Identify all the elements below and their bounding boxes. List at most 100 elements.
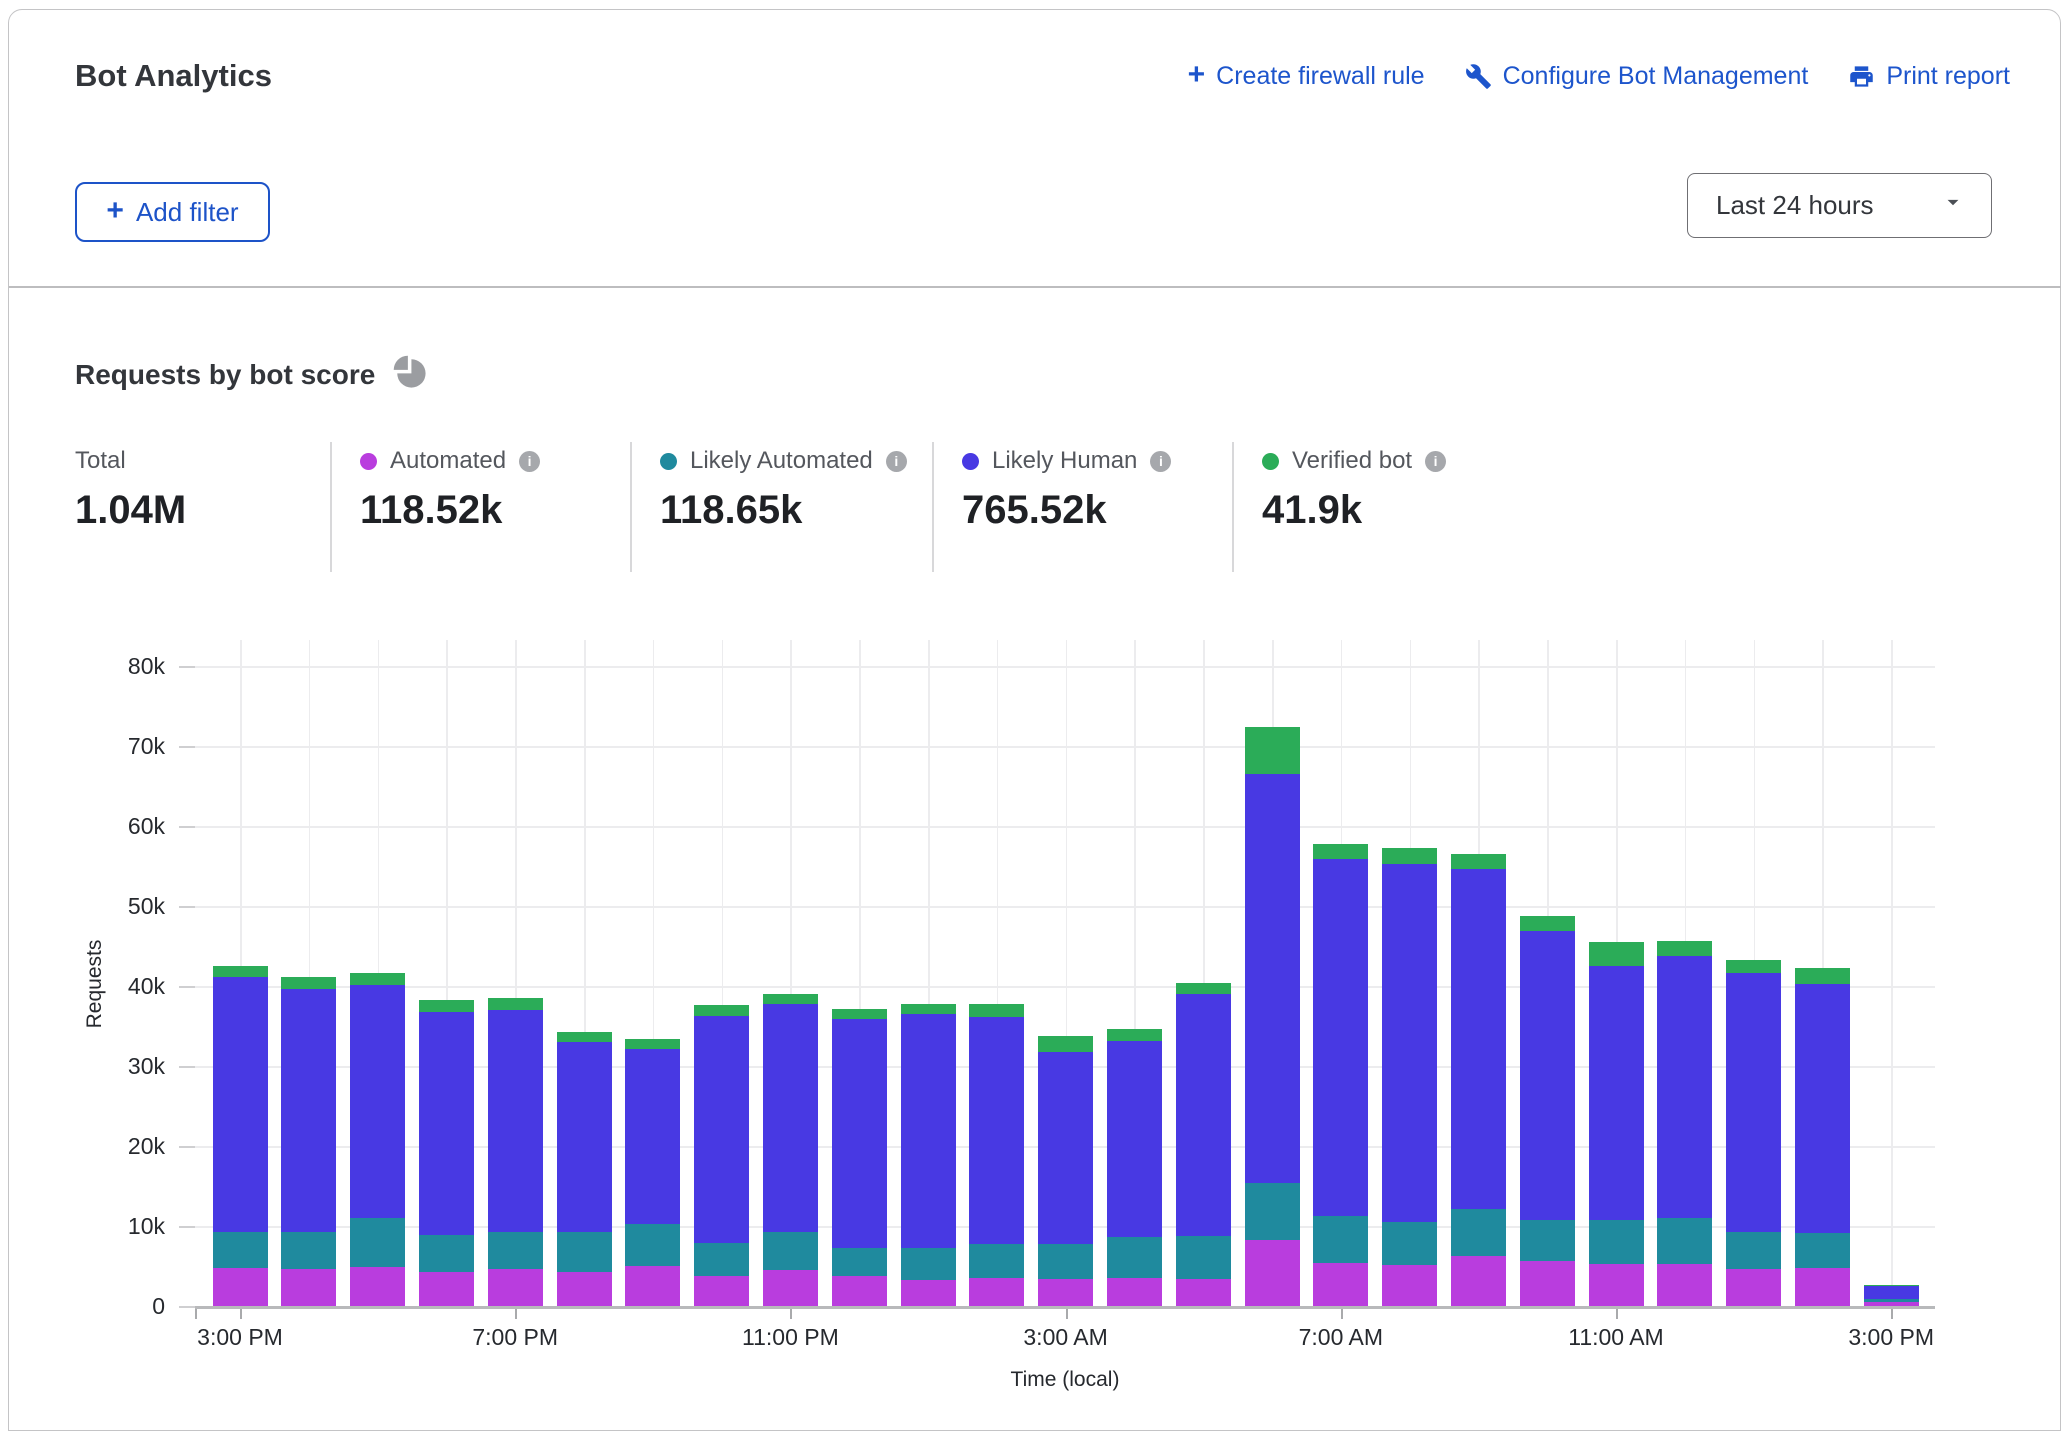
bar-segment[interactable] — [1657, 1218, 1712, 1264]
bar-segment[interactable] — [1313, 844, 1368, 858]
bar-segment[interactable] — [1176, 1279, 1231, 1306]
bar-segment[interactable] — [557, 1272, 612, 1306]
add-filter-button[interactable]: + Add filter — [75, 182, 270, 242]
bar-segment[interactable] — [1176, 983, 1231, 994]
bar-segment[interactable] — [419, 1000, 474, 1012]
bar-segment[interactable] — [1795, 1233, 1850, 1268]
info-icon[interactable]: i — [1425, 451, 1446, 472]
bar-segment[interactable] — [1657, 1264, 1712, 1306]
bar-segment[interactable] — [1726, 960, 1781, 974]
bar-segment[interactable] — [1382, 1265, 1437, 1306]
bar-segment[interactable] — [281, 989, 336, 1231]
bar-segment[interactable] — [213, 966, 268, 977]
bar-segment[interactable] — [1451, 869, 1506, 1209]
bar-segment[interactable] — [763, 1004, 818, 1231]
bar-segment[interactable] — [832, 1276, 887, 1306]
info-icon[interactable]: i — [519, 451, 540, 472]
bar-segment[interactable] — [488, 1269, 543, 1306]
bar-segment[interactable] — [557, 1232, 612, 1272]
bar-segment[interactable] — [1176, 994, 1231, 1236]
bar-segment[interactable] — [1726, 1232, 1781, 1269]
bar-segment[interactable] — [625, 1039, 680, 1049]
bar-segment[interactable] — [1726, 1269, 1781, 1306]
bar-segment[interactable] — [1795, 984, 1850, 1234]
info-icon[interactable]: i — [886, 451, 907, 472]
bar-segment[interactable] — [488, 998, 543, 1010]
bar-segment[interactable] — [763, 1270, 818, 1306]
bar-segment[interactable] — [1382, 848, 1437, 865]
create-firewall-rule-link[interactable]: + Create firewall rule — [1188, 62, 1425, 91]
bar-segment[interactable] — [1520, 1261, 1575, 1306]
bar-segment[interactable] — [1657, 941, 1712, 956]
bar-segment[interactable] — [1313, 1263, 1368, 1306]
bar-segment[interactable] — [1245, 1240, 1300, 1306]
bar-segment[interactable] — [969, 1278, 1024, 1306]
bar-segment[interactable] — [694, 1276, 749, 1306]
bar-segment[interactable] — [1864, 1285, 1919, 1286]
configure-bot-management-link[interactable]: Configure Bot Management — [1465, 62, 1809, 91]
bar-segment[interactable] — [213, 977, 268, 1232]
bar-segment[interactable] — [1520, 931, 1575, 1220]
print-report-link[interactable]: Print report — [1848, 62, 2010, 91]
bar-segment[interactable] — [281, 1269, 336, 1306]
bar-segment[interactable] — [1313, 1216, 1368, 1263]
bar-segment[interactable] — [419, 1235, 474, 1272]
bar-segment[interactable] — [1520, 916, 1575, 931]
bar-segment[interactable] — [419, 1012, 474, 1235]
bar-segment[interactable] — [557, 1032, 612, 1042]
bar-segment[interactable] — [1864, 1299, 1919, 1302]
bar-segment[interactable] — [488, 1232, 543, 1270]
bar-segment[interactable] — [419, 1272, 474, 1306]
bar-segment[interactable] — [625, 1049, 680, 1223]
bar-segment[interactable] — [1382, 864, 1437, 1222]
bar-segment[interactable] — [694, 1016, 749, 1243]
bar-segment[interactable] — [1589, 1220, 1644, 1263]
bar-segment[interactable] — [832, 1248, 887, 1276]
bar-segment[interactable] — [1038, 1244, 1093, 1278]
time-range-select[interactable]: Last 24 hours — [1687, 173, 1992, 238]
bar-segment[interactable] — [213, 1232, 268, 1268]
bar-segment[interactable] — [488, 1010, 543, 1232]
bar-segment[interactable] — [1038, 1052, 1093, 1245]
bar-segment[interactable] — [557, 1042, 612, 1232]
bar-segment[interactable] — [832, 1019, 887, 1249]
bar-segment[interactable] — [1451, 1209, 1506, 1256]
bar-segment[interactable] — [1313, 859, 1368, 1216]
bar-segment[interactable] — [625, 1224, 680, 1266]
bar-segment[interactable] — [1107, 1278, 1162, 1306]
bar-segment[interactable] — [694, 1243, 749, 1277]
bar-segment[interactable] — [1520, 1220, 1575, 1262]
bar-segment[interactable] — [1107, 1029, 1162, 1041]
bar-segment[interactable] — [1795, 968, 1850, 984]
bar-segment[interactable] — [1589, 966, 1644, 1220]
bar-segment[interactable] — [969, 1004, 1024, 1017]
bar-segment[interactable] — [832, 1009, 887, 1019]
bar-segment[interactable] — [901, 1280, 956, 1306]
bar-segment[interactable] — [901, 1014, 956, 1248]
bar-segment[interactable] — [1038, 1279, 1093, 1306]
bar-segment[interactable] — [1795, 1268, 1850, 1306]
bar-segment[interactable] — [1589, 942, 1644, 966]
bar-segment[interactable] — [969, 1244, 1024, 1278]
bar-segment[interactable] — [213, 1268, 268, 1306]
bar-segment[interactable] — [1245, 774, 1300, 1183]
bar-segment[interactable] — [1382, 1222, 1437, 1265]
bar-segment[interactable] — [350, 1218, 405, 1267]
bar-segment[interactable] — [1451, 1256, 1506, 1306]
bar-segment[interactable] — [901, 1248, 956, 1280]
bar-segment[interactable] — [350, 985, 405, 1218]
info-icon[interactable]: i — [1150, 451, 1171, 472]
bar-segment[interactable] — [1726, 973, 1781, 1232]
bar-segment[interactable] — [1176, 1236, 1231, 1279]
bar-segment[interactable] — [1589, 1264, 1644, 1306]
bar-segment[interactable] — [694, 1005, 749, 1015]
bar-segment[interactable] — [1245, 727, 1300, 774]
bar-segment[interactable] — [350, 1267, 405, 1306]
bar-segment[interactable] — [1107, 1041, 1162, 1237]
bar-segment[interactable] — [281, 1232, 336, 1270]
bar-segment[interactable] — [1451, 854, 1506, 869]
bar-segment[interactable] — [763, 1232, 818, 1270]
bar-segment[interactable] — [625, 1266, 680, 1306]
bar-segment[interactable] — [1657, 956, 1712, 1218]
bar-segment[interactable] — [1038, 1036, 1093, 1052]
